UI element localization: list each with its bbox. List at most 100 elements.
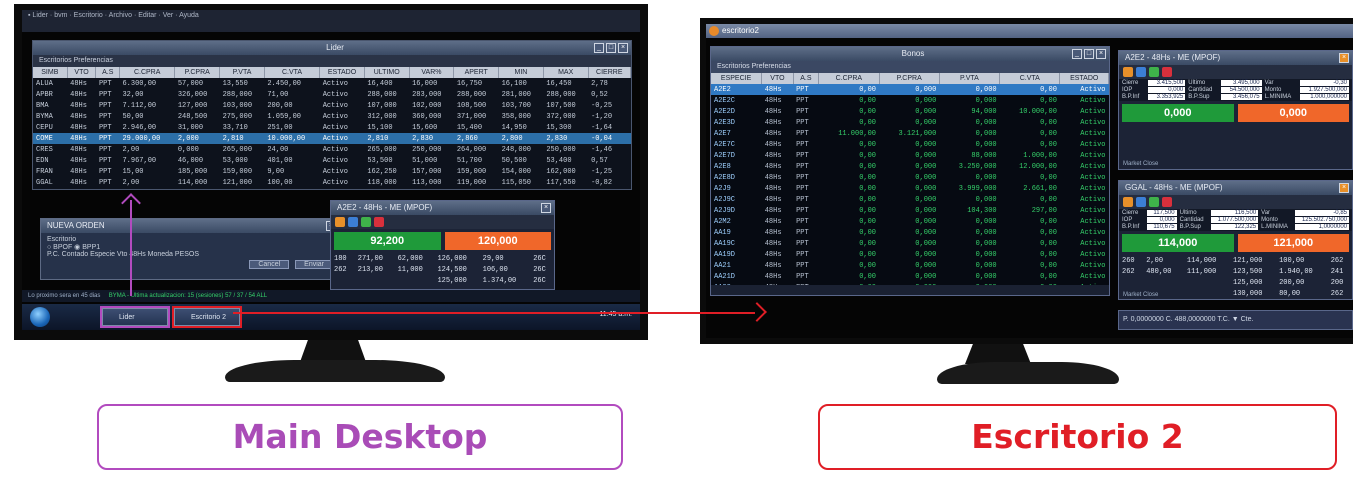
lider-tabs[interactable]: Escritorios Preferencias	[33, 55, 631, 67]
maximize-icon[interactable]: □	[1084, 49, 1094, 59]
column-header[interactable]: VAR%	[409, 67, 455, 78]
table-row[interactable]: A2E2C 48Hs PPT 0,00 0,000 0,000 0,00 Activo	[711, 95, 1109, 106]
book-row[interactable]: 260 2,00 114,000 121,000 100,00 262	[1119, 255, 1352, 266]
taskbar-escritorio2-button[interactable]: Escritorio 2	[172, 306, 242, 328]
buy-price-button[interactable]: 114,000	[1122, 234, 1234, 252]
table-row[interactable]: GGAL 48Hs PPT 2,00 114,000 121,000 100,00 Activ…	[33, 177, 631, 188]
cancel-button[interactable]: Cancel	[249, 260, 290, 269]
column-header[interactable]: ESTADO	[1059, 73, 1109, 84]
table-row[interactable]: A2E2D 48Hs PPT 0,00 0,000 94,000 10.000,00 Acti…	[711, 106, 1109, 117]
taskbar-lider-button[interactable]: Lider	[100, 306, 170, 328]
table-row[interactable]: FRAN 48Hs PPT 15,00 185,000 159,000 9,00 Activo…	[33, 166, 631, 177]
table-row[interactable]: A2E7C 48Hs PPT 0,00 0,000 0,000 0,00 Activo	[711, 139, 1109, 150]
red-icon[interactable]	[1162, 67, 1172, 77]
table-row[interactable]: MIRG48HsPPT1,00250,000260,000225,00Activ…	[33, 188, 631, 189]
order-fields[interactable]: P.C. Contado Especie Vto 48Hs Moneda PES…	[47, 251, 333, 258]
table-row[interactable]: AA2248HsPPT0,000,0000,0000,00Activo	[711, 282, 1109, 286]
table-row[interactable]: A2M2 48Hs PPT 0,00 0,000 0,000 0,00 Activo	[711, 216, 1109, 227]
column-header[interactable]: C.CPRA	[119, 67, 176, 78]
book-row[interactable]: 125,000 200,00 200	[1119, 277, 1352, 288]
sell-price-button[interactable]: 121,000	[1237, 234, 1349, 252]
sell-price-button[interactable]: 120,000	[444, 232, 551, 250]
orange-icon[interactable]	[335, 217, 345, 227]
column-header[interactable]: P.VTA	[939, 73, 1001, 84]
table-row[interactable]: A2E7D 48Hs PPT 0,00 0,000 88,000 1.000,00 Activ…	[711, 150, 1109, 161]
table-row[interactable]: BYMA 48Hs PPT 50,00 248,500 275,000 1.059,00 Ac…	[33, 111, 631, 122]
orange-icon[interactable]	[1123, 67, 1133, 77]
table-row[interactable]: AA19 48Hs PPT 0,00 0,000 0,000 0,00 Activo	[711, 227, 1109, 238]
bonos-tabs[interactable]: Escritorios Preferencias	[711, 61, 1109, 73]
green-icon[interactable]	[1149, 197, 1159, 207]
column-header[interactable]: MIN	[498, 67, 544, 78]
lider-tabs-label[interactable]: Escritorios Preferencias	[39, 55, 113, 67]
book-row[interactable]: 262 213,00 11,000 124,500 106,00 26C	[331, 264, 554, 275]
book-row[interactable]: 180 271,00 62,000 126,000 29,00 26C	[331, 253, 554, 264]
table-row[interactable]: A2E8D 48Hs PPT 0,00 0,000 0,000 0,00 Activo	[711, 172, 1109, 183]
minimize-icon[interactable]: _	[1072, 49, 1082, 59]
book-row[interactable]: 125,000 1.374,00 26C	[331, 275, 554, 286]
close-icon[interactable]: ×	[541, 203, 551, 213]
table-row[interactable]: ALUA 48Hs PPT 6.300,00 57,000 13,550 2.450,00 A…	[33, 78, 631, 89]
table-row[interactable]: AA21 48Hs PPT 0,00 0,000 0,000 0,00 Activo	[711, 260, 1109, 271]
table-row[interactable]: CRES 48Hs PPT 2,00 0,000 265,000 24,00 Activo 26…	[33, 144, 631, 155]
column-header[interactable]: APERT	[453, 67, 500, 78]
table-row[interactable]: A2J9D 48Hs PPT 0,00 0,000 104,300 297,00 Activo	[711, 205, 1109, 216]
red-icon[interactable]	[374, 217, 384, 227]
column-header[interactable]: C.VTA	[264, 67, 321, 78]
column-header[interactable]: SIMB	[33, 67, 68, 78]
orange-icon[interactable]	[1123, 197, 1133, 207]
buy-price-button[interactable]: 0,000	[1122, 104, 1234, 122]
table-row[interactable]: COME 48Hs PPT 29.000,00 2,000 2,810 10.000,00 A…	[33, 133, 631, 144]
column-header[interactable]: C.CPRA	[818, 73, 880, 84]
column-header[interactable]: C.VTA	[999, 73, 1061, 84]
book-cell	[1184, 288, 1230, 299]
blue-icon[interactable]	[1136, 67, 1146, 77]
close-icon[interactable]: ×	[618, 43, 628, 53]
column-header[interactable]: A.S	[95, 67, 120, 78]
minimize-icon[interactable]: _	[594, 43, 604, 53]
table-row[interactable]: AA19D 48Hs PPT 0,00 0,000 0,000 0,00 Activo	[711, 249, 1109, 260]
table-row[interactable]: A2E3D 48Hs PPT 0,00 0,000 0,000 0,00 Activo	[711, 117, 1109, 128]
table-row[interactable]: A2J9C 48Hs PPT 0,00 0,000 0,000 0,00 Activo	[711, 194, 1109, 205]
column-header[interactable]: CIERRE	[588, 67, 631, 78]
close-icon[interactable]: ×	[1339, 53, 1349, 63]
maximize-icon[interactable]: □	[606, 43, 616, 53]
book-row[interactable]: 262 480,00 111,000 123,500 1.940,00 241	[1119, 266, 1352, 277]
buy-price-button[interactable]: 92,200	[334, 232, 441, 250]
table-row[interactable]: CEPU 48Hs PPT 2.946,00 31,000 33,710 251,00 Act…	[33, 122, 631, 133]
table-row[interactable]: EDN 48Hs PPT 7.967,00 46,000 53,000 401,00 Acti…	[33, 155, 631, 166]
windows-start-icon[interactable]	[30, 307, 50, 327]
table-row[interactable]: AA21D 48Hs PPT 0,00 0,000 0,000 0,00 Activo	[711, 271, 1109, 282]
table-row[interactable]: APBR 48Hs PPT 32,00 326,000 288,000 71,00 Activ…	[33, 89, 631, 100]
column-header[interactable]: P.CPRA	[174, 67, 221, 78]
table-row[interactable]: AA19C 48Hs PPT 0,00 0,000 0,000 0,00 Activo	[711, 238, 1109, 249]
table-row[interactable]: BMA 48Hs PPT 7.112,00 127,000 103,000 200,00 Ac…	[33, 100, 631, 111]
column-header[interactable]: MAX	[543, 67, 589, 78]
bonos-tabs-label[interactable]: Escritorios Preferencias	[717, 63, 791, 70]
column-header[interactable]: VTO	[67, 67, 97, 78]
column-header[interactable]: P.CPRA	[879, 73, 940, 84]
column-header[interactable]: VTO	[761, 73, 794, 84]
column-header[interactable]: P.VTA	[219, 67, 265, 78]
order-radio-group[interactable]: ○ BPOF ◉ BPP1	[47, 243, 333, 251]
green-icon[interactable]	[1149, 67, 1159, 77]
sell-price-button[interactable]: 0,000	[1237, 104, 1349, 122]
column-header[interactable]: ULTIMO	[364, 67, 410, 78]
order-strip-text[interactable]: P. 0,0000000 C. 488,0000000 T.C. ▼ Cte.	[1123, 316, 1253, 323]
column-header[interactable]: A.S	[793, 73, 820, 84]
close-icon[interactable]: ×	[1339, 183, 1349, 193]
table-row[interactable]: A2J9 48Hs PPT 0,00 0,000 3.999,000 2.661,00 Act…	[711, 183, 1109, 194]
column-header[interactable]: ESPECIE	[711, 73, 763, 84]
green-icon[interactable]	[361, 217, 371, 227]
table-cell: Activo	[1080, 228, 1106, 237]
table-row[interactable]: A2E7 48Hs PPT 11.000,00 3.121,000 0,000 0,00 Ac…	[711, 128, 1109, 139]
send-button[interactable]: Enviar	[295, 260, 333, 269]
blue-icon[interactable]	[1136, 197, 1146, 207]
blue-icon[interactable]	[348, 217, 358, 227]
order-strip[interactable]: P. 0,0000000 C. 488,0000000 T.C. ▼ Cte.	[1118, 310, 1353, 330]
close-icon[interactable]: ×	[1096, 49, 1106, 59]
red-icon[interactable]	[1162, 197, 1172, 207]
column-header[interactable]: ESTADO	[319, 67, 365, 78]
table-row[interactable]: A2E2 48Hs PPT 0,00 0,000 0,000 0,00 Activo	[711, 84, 1109, 95]
table-row[interactable]: A2E8 48Hs PPT 0,00 0,000 3.250,000 12.000,00 Ac…	[711, 161, 1109, 172]
